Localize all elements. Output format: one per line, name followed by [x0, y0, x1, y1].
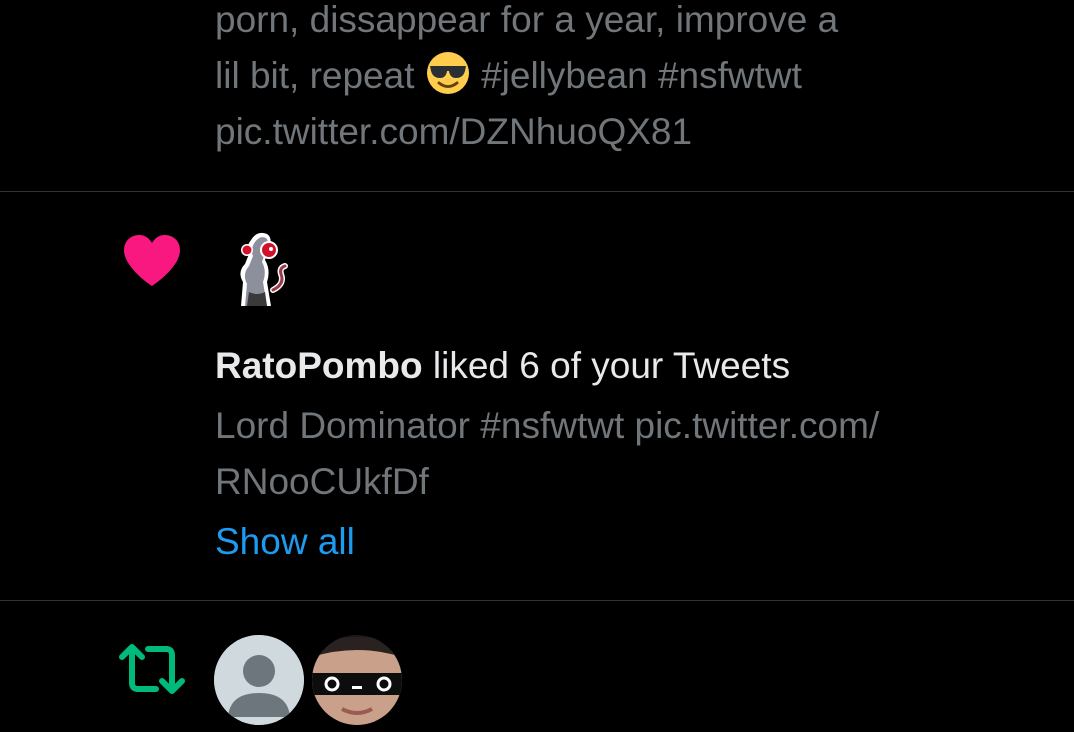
liked-tweet-preview: Lord Dominator #nsfwtwt pic.twitter.com/…: [215, 398, 1034, 510]
notification-previous[interactable]: porn, dissappear for a year, improve a l…: [0, 0, 1074, 192]
tweet-text-line2-hashtags: #jellybean #nsfwtwt: [481, 55, 802, 96]
retweet-icon: [119, 644, 185, 694]
tweet-text-line2-start: lil bit, repeat: [215, 55, 415, 96]
liked-tweet-line2: RNooCUkfDf: [215, 461, 429, 502]
sunglasses-emoji-icon: [426, 52, 469, 94]
ratopombo-avatar[interactable]: [215, 220, 305, 310]
show-all-link[interactable]: Show all: [215, 514, 355, 570]
like-headline: RatoPombo liked 6 of your Tweets: [215, 338, 790, 394]
liked-tweet-line1: Lord Dominator #nsfwtwt pic.twitter.com/: [215, 405, 880, 446]
heart-icon: [124, 235, 180, 286]
like-action-text: liked 6 of your Tweets: [432, 345, 791, 386]
tweet-text-line3: pic.twitter.com/DZNhuoQX81: [215, 111, 693, 152]
tweet-text-line1: porn, dissappear for a year, improve a: [215, 0, 839, 40]
notifications-timeline: porn, dissappear for a year, improve a l…: [0, 0, 1074, 732]
default-user-avatar[interactable]: [214, 635, 304, 725]
notification-retweet[interactable]: [0, 601, 1074, 732]
tweet-preview-text: porn, dissappear for a year, improve a l…: [215, 0, 1034, 160]
liker-username[interactable]: RatoPombo: [215, 345, 423, 386]
notification-like[interactable]: RatoPombo liked 6 of your Tweets Lord Do…: [0, 192, 1074, 601]
masked-face-avatar[interactable]: [312, 635, 402, 725]
